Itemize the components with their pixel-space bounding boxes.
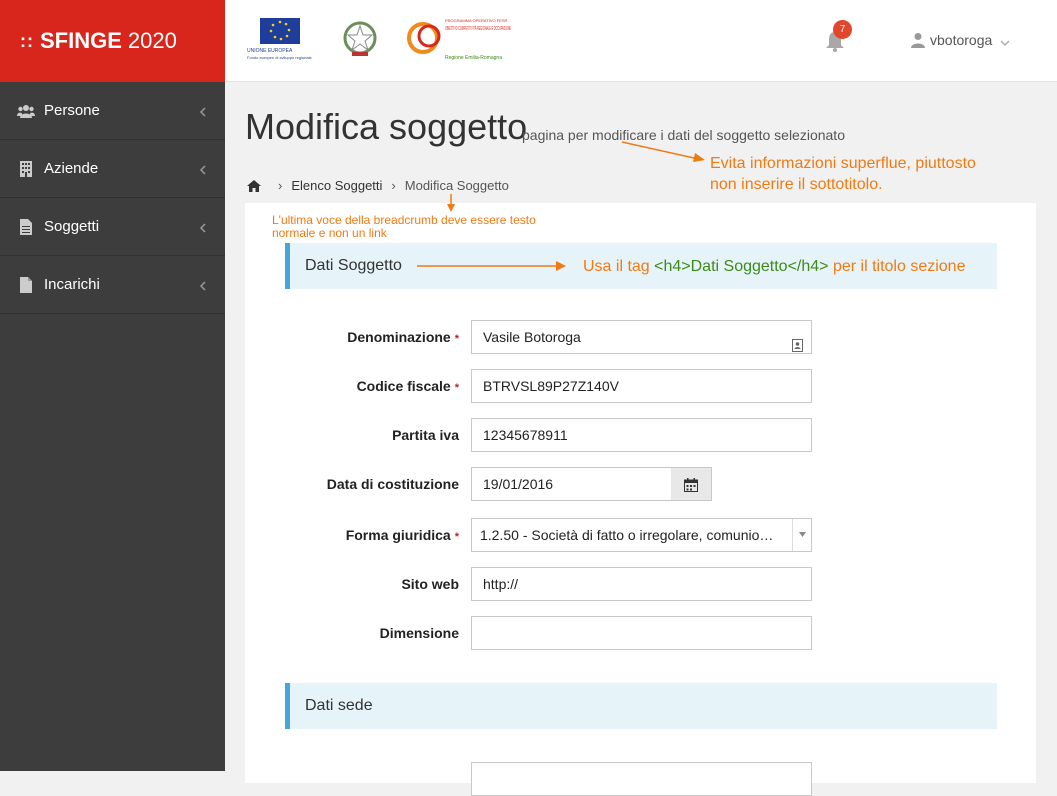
sidebar-item-label: Aziende [44, 160, 99, 177]
building-icon [17, 160, 35, 177]
form-row-sito-web: Sito web http:// [245, 567, 845, 601]
main-content: Modifica soggetto pagina per modificare … [225, 82, 1057, 796]
form-row-codice-fiscale: Codice fiscale * BTRVSL89P27Z140V [245, 369, 845, 403]
sidebar-item-soggetti[interactable]: Soggetti [0, 198, 225, 256]
chevron-left-icon [199, 163, 207, 175]
sidebar-item-incarichi[interactable]: Incarichi [0, 256, 225, 314]
brand-logo[interactable]: :: SFINGE 2020 [0, 0, 225, 82]
field-label: Partita iva [392, 427, 459, 443]
sede-field[interactable] [471, 762, 812, 796]
form-row-partita-iva: Partita iva 12345678911 [245, 418, 845, 452]
sidebar-item-label: Soggetti [44, 218, 100, 235]
user-icon [911, 32, 925, 48]
calendar-button[interactable] [671, 467, 712, 501]
section-title-dati-sede: Dati sede [285, 683, 997, 729]
field-label: Data di costituzione [326, 476, 459, 492]
form-row-data-costituzione: Data di costituzione 19/01/2016 [245, 467, 845, 501]
form-row-dimensione: Dimensione [245, 616, 845, 650]
eu-logo-line-2: Fondo europeo di sviluppo regionale [247, 55, 312, 60]
dimensione-field[interactable] [471, 616, 812, 650]
chevron-left-icon [199, 221, 207, 233]
por-logo-line-1: PROGRAMMA OPERATIVO FESR [445, 18, 507, 23]
field-label: Sito web [401, 576, 459, 592]
data-costituzione-field[interactable]: 19/01/2016 [471, 467, 672, 501]
forma-giuridica-select[interactable]: 1.2.50 - Società di fatto o irregolare, … [471, 518, 812, 552]
user-menu[interactable]: vbotoroga [911, 32, 1010, 48]
chevron-down-icon [1000, 35, 1010, 46]
document-outline-icon [17, 276, 35, 293]
sidebar-item-aziende[interactable]: Aziende [0, 140, 225, 198]
por-logo-line-2: OBIETTIVO COMPETITIVITÀ REGIONALE E OCCU… [445, 25, 511, 32]
eu-logo-line-1: UNIONE EUROPEA [247, 48, 293, 54]
calendar-icon [684, 478, 698, 492]
notification-badge[interactable]: 7 [833, 20, 852, 39]
sito-web-field[interactable]: http:// [471, 567, 812, 601]
required-marker: * [454, 531, 459, 543]
selected-value: 1.2.50 - Società di fatto o irregolare, … [480, 527, 774, 543]
brand-prefix: :: [20, 30, 34, 51]
field-label: Codice fiscale * [356, 378, 459, 394]
sidebar-item-persone[interactable]: Persone [0, 82, 225, 140]
form-row-forma-giuridica: Forma giuridica * 1.2.50 - Società di fat… [245, 518, 845, 552]
chevron-left-icon [199, 279, 207, 291]
brand-name: SFINGE [40, 28, 122, 53]
sidebar-item-label: Persone [44, 102, 100, 119]
brand-year: 2020 [127, 28, 177, 53]
eu-flag-logo: UNIONE EUROPEA Fondo europeo di sviluppo… [245, 16, 317, 62]
italian-republic-emblem-logo [340, 16, 380, 62]
caret-down-icon [792, 519, 811, 551]
field-label: Dimensione [379, 625, 459, 641]
codice-fiscale-field[interactable]: BTRVSL89P27Z140V [471, 369, 812, 403]
por-logo: PROGRAMMA OPERATIVO FESR OBIETTIVO COMPE… [405, 16, 515, 62]
partita-iva-field[interactable]: 12345678911 [471, 418, 812, 452]
annotation-arrows [417, 141, 705, 271]
chevron-left-icon [199, 105, 207, 117]
field-label: Forma giuridica * [345, 527, 459, 543]
top-header: UNIONE EUROPEA Fondo europeo di sviluppo… [225, 0, 1057, 82]
sidebar-item-label: Incarichi [44, 276, 100, 293]
por-logo-line-3: Regione Emilia-Romagna [445, 55, 502, 61]
document-icon [17, 218, 35, 235]
required-marker: * [454, 382, 459, 394]
users-icon [17, 103, 35, 119]
username: vbotoroga [930, 32, 993, 48]
sidebar: Persone Aziende Soggetti Incarichi [0, 82, 225, 771]
